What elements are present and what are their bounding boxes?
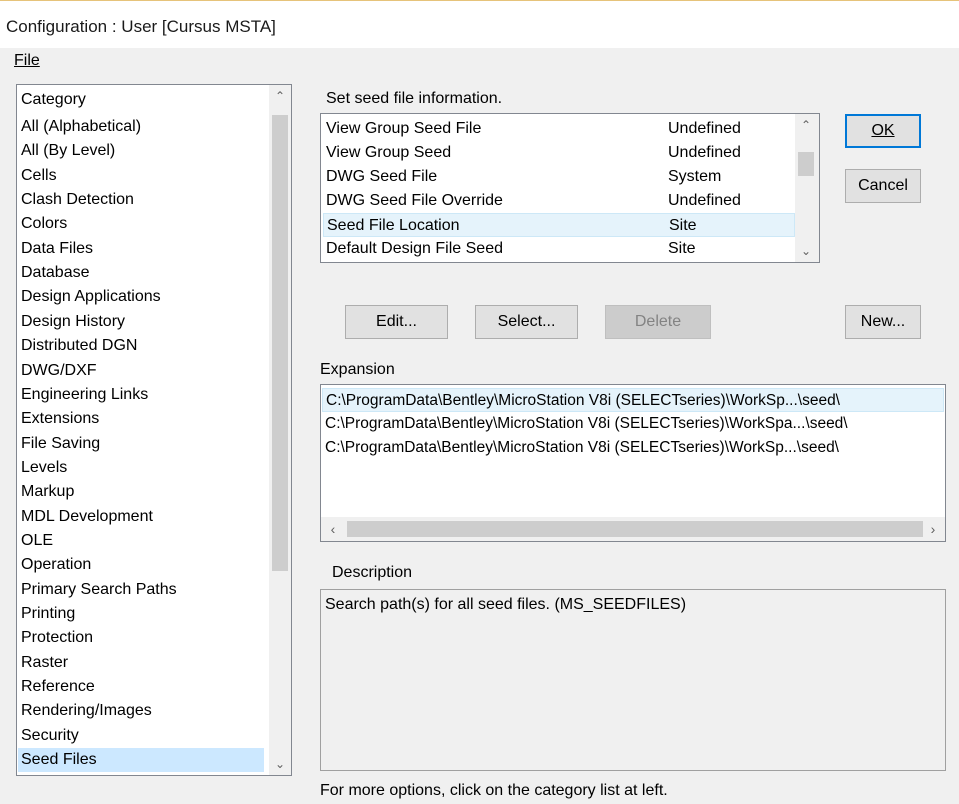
cancel-label: Cancel bbox=[858, 177, 908, 194]
category-item[interactable]: Distributed DGN bbox=[18, 334, 264, 358]
menu-file-label: File bbox=[14, 52, 40, 69]
seed-row-name: Seed File Location bbox=[327, 217, 460, 234]
seed-row-value: Undefined bbox=[668, 192, 741, 209]
description-text: Search path(s) for all seed files. (MS_S… bbox=[325, 596, 687, 613]
category-item[interactable]: Design History bbox=[18, 310, 264, 334]
category-item[interactable]: Cells bbox=[18, 164, 264, 188]
seed-row-value: Undefined bbox=[668, 120, 741, 137]
seed-heading: Set seed file information. bbox=[326, 90, 503, 107]
seed-row-value: Undefined bbox=[668, 144, 741, 161]
seed-list-scrollbar[interactable]: ⌃ ⌄ bbox=[795, 114, 819, 262]
expansion-label: Expansion bbox=[320, 361, 395, 378]
expansion-row[interactable]: C:\ProgramData\Bentley\MicroStation V8i … bbox=[322, 436, 944, 460]
window-title: Configuration : User [Cursus MSTA] bbox=[6, 17, 276, 36]
seed-row-value: Site bbox=[669, 217, 697, 234]
delete-label: Delete bbox=[634, 313, 682, 330]
select-button[interactable]: Select... bbox=[475, 305, 578, 339]
category-item[interactable]: Colors bbox=[18, 212, 264, 236]
scroll-thumb[interactable] bbox=[798, 152, 814, 176]
seed-row[interactable]: DWG Seed File System bbox=[323, 165, 795, 189]
category-item[interactable]: Printing bbox=[18, 602, 264, 626]
seed-row[interactable]: Default Design File Seed Site bbox=[323, 237, 795, 261]
category-item[interactable]: Operation bbox=[18, 553, 264, 577]
description-label: Description bbox=[332, 564, 413, 581]
scroll-thumb[interactable] bbox=[347, 521, 923, 537]
category-item[interactable]: File Saving bbox=[18, 432, 264, 456]
seed-row-name: View Group Seed bbox=[326, 144, 452, 161]
menu-bar: File bbox=[0, 48, 959, 76]
scroll-down-icon[interactable]: ⌄ bbox=[269, 753, 291, 775]
category-item[interactable]: Raster bbox=[18, 651, 264, 675]
new-label: New... bbox=[860, 313, 906, 330]
seed-row[interactable]: DWG Seed File Override Undefined bbox=[323, 189, 795, 213]
scroll-left-icon[interactable]: ‹ bbox=[321, 517, 345, 541]
category-item[interactable]: Design Applications bbox=[18, 285, 264, 309]
footer-hint: For more options, click on the category … bbox=[320, 782, 668, 799]
category-item[interactable]: All (Alphabetical) bbox=[18, 115, 264, 139]
seed-row-name: View Group Seed File bbox=[326, 120, 482, 137]
select-label: Select... bbox=[497, 313, 556, 330]
scroll-up-icon[interactable]: ⌃ bbox=[795, 114, 817, 136]
scroll-down-icon[interactable]: ⌄ bbox=[795, 240, 817, 262]
seed-row[interactable]: View Group Seed Undefined bbox=[323, 141, 795, 165]
description-box: Search path(s) for all seed files. (MS_S… bbox=[320, 589, 946, 771]
new-button[interactable]: New... bbox=[845, 305, 921, 339]
seed-row-name: DWG Seed File Override bbox=[326, 192, 503, 209]
category-item[interactable]: DWG/DXF bbox=[18, 359, 264, 383]
category-item[interactable]: Reference bbox=[18, 675, 264, 699]
ok-label: OK bbox=[871, 122, 895, 139]
category-item[interactable]: Clash Detection bbox=[18, 188, 264, 212]
scroll-up-icon[interactable]: ⌃ bbox=[269, 85, 291, 107]
ok-button[interactable]: OK bbox=[845, 114, 921, 148]
category-item[interactable]: Levels bbox=[18, 456, 264, 480]
category-item[interactable]: Rendering/Images bbox=[18, 699, 264, 723]
category-item[interactable]: Database bbox=[18, 261, 264, 285]
seed-row-name: Default Design File Seed bbox=[326, 240, 503, 257]
expansion-row[interactable]: C:\ProgramData\Bentley\MicroStation V8i … bbox=[322, 388, 944, 412]
cancel-button[interactable]: Cancel bbox=[845, 169, 921, 203]
scroll-right-icon[interactable]: › bbox=[921, 517, 945, 541]
category-header: Category bbox=[21, 91, 86, 108]
category-item[interactable]: Extensions bbox=[18, 407, 264, 431]
category-item[interactable]: All (By Level) bbox=[18, 139, 264, 163]
category-item[interactable]: OLE bbox=[18, 529, 264, 553]
category-item[interactable]: Markup bbox=[18, 480, 264, 504]
seed-row-name: DWG Seed File bbox=[326, 168, 438, 185]
seed-row-value: Site bbox=[668, 240, 696, 257]
category-scrollbar[interactable]: ⌃ ⌄ bbox=[269, 85, 291, 775]
expansion-list[interactable]: C:\ProgramData\Bentley\MicroStation V8i … bbox=[320, 384, 946, 542]
edit-button[interactable]: Edit... bbox=[345, 305, 448, 339]
category-item[interactable]: MDL Development bbox=[18, 505, 264, 529]
seed-row[interactable]: View Group Seed File Undefined bbox=[323, 117, 795, 141]
scroll-thumb[interactable] bbox=[272, 115, 288, 571]
seed-variable-list[interactable]: View Group Seed File Undefined View Group … bbox=[320, 113, 820, 263]
category-item[interactable]: Seed Files bbox=[18, 748, 264, 773]
title-bar: Configuration : User [Cursus MSTA] bbox=[0, 0, 959, 48]
seed-row[interactable]: Seed File Location Site bbox=[323, 213, 795, 237]
menu-file[interactable]: File bbox=[8, 52, 46, 70]
category-item[interactable]: Data Files bbox=[18, 237, 264, 261]
category-item[interactable]: Security bbox=[18, 724, 264, 748]
expansion-hscrollbar[interactable]: ‹ › bbox=[321, 517, 945, 541]
edit-label: Edit... bbox=[376, 313, 417, 330]
category-item[interactable]: Protection bbox=[18, 626, 264, 650]
category-item[interactable]: Engineering Links bbox=[18, 383, 264, 407]
expansion-row[interactable]: C:\ProgramData\Bentley\MicroStation V8i … bbox=[322, 412, 944, 436]
seed-row-value: System bbox=[668, 168, 722, 185]
category-item[interactable]: Primary Search Paths bbox=[18, 578, 264, 602]
category-list[interactable]: Category All (Alphabetical) All (By Level… bbox=[16, 84, 292, 776]
delete-button[interactable]: Delete bbox=[605, 305, 711, 339]
